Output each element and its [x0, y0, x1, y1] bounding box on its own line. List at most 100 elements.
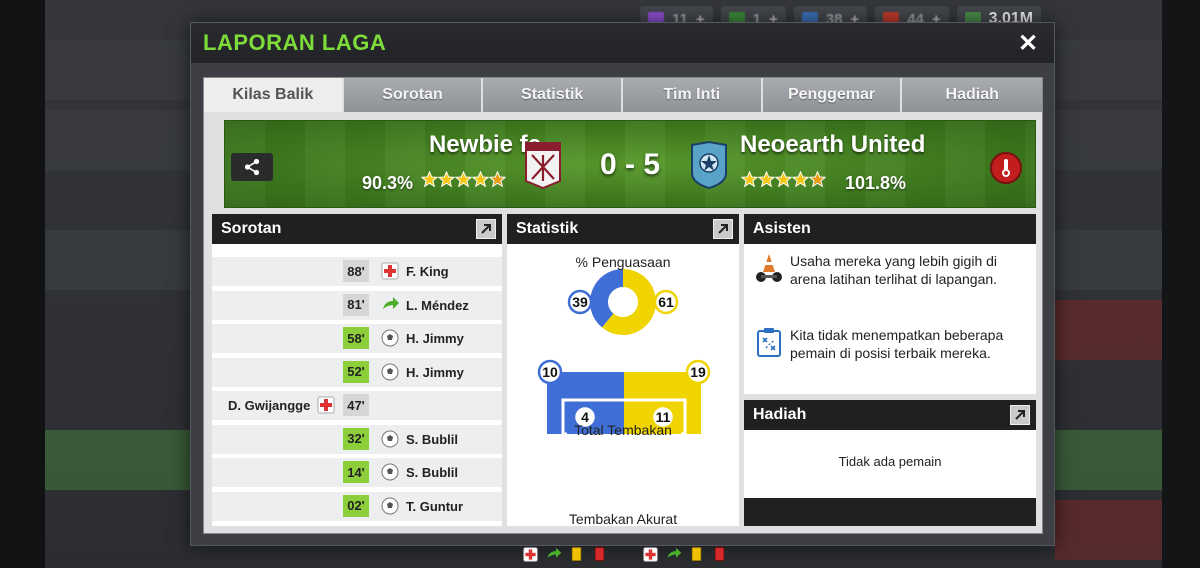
highlight-event-row[interactable]: 81' L. Méndez [212, 288, 502, 321]
assistant-tip: Kita tidak menempatkan beberapa pemain d… [754, 326, 1030, 362]
goal-icon [380, 328, 402, 348]
away-team-name: Neoearth United [740, 131, 926, 158]
event-minute: 88' [343, 260, 369, 282]
share-icon [244, 158, 260, 176]
event-player-name: T. Guntur [406, 498, 464, 514]
asisten-header: Asisten [744, 214, 1036, 244]
star-icon [489, 171, 506, 188]
yellow-card-icon [685, 545, 708, 563]
event-minute: 14' [343, 461, 369, 483]
match-score: 0 - 5 [599, 148, 661, 181]
total-shots-home-value: 10 [542, 364, 558, 380]
star-icon [421, 171, 438, 188]
substitution-icon [380, 295, 402, 315]
background-row [1055, 300, 1162, 360]
hadiah-panel: Hadiah Tidak ada pemain [744, 400, 1036, 526]
highlight-event-row[interactable]: 52' H. Jimmy [212, 355, 502, 388]
injury-icon [380, 261, 402, 281]
goal-icon [380, 462, 402, 482]
statistik-expand-button[interactable] [713, 219, 733, 239]
tactics-board-icon [757, 328, 781, 357]
star-icon [758, 171, 775, 188]
score-banner: Newbie fc 90.3% 0 - 5 Neoearth United 10… [224, 120, 1036, 208]
event-player-name: H. Jimmy [406, 331, 464, 346]
possession-away-value: 61 [658, 294, 674, 310]
hadiah-expand-button[interactable] [1010, 405, 1030, 425]
background-right-bar [1162, 0, 1200, 568]
tab-penggemar[interactable]: Penggemar [762, 78, 903, 112]
goal-icon [380, 362, 402, 382]
tab-hadiah[interactable]: Hadiah [902, 78, 1043, 112]
star-icon [438, 171, 455, 188]
sorotan-header: Sorotan [212, 214, 502, 244]
expand-arrow-icon [1015, 410, 1025, 420]
thermometer-button[interactable] [990, 152, 1022, 184]
accurate-shots-label: Tembakan Akurat [568, 511, 678, 527]
statistics-graphic: 39 6110 194 11 [537, 269, 711, 436]
highlight-event-row[interactable]: 58' H. Jimmy [212, 321, 502, 355]
assistant-tip-text: Kita tidak menempatkan beberapa pemain d… [790, 327, 1004, 361]
event-player-name: S. Bublil [406, 465, 458, 480]
event-minute: 47' [343, 394, 369, 416]
tab-bar: Kilas Balik Sorotan Statistik Tim Inti P… [204, 78, 1043, 112]
hadiah-header: Hadiah [744, 400, 1036, 430]
sorotan-expand-button[interactable] [476, 219, 496, 239]
tab-tim-inti[interactable]: Tim Inti [623, 78, 763, 112]
highlight-event-row[interactable]: 02' T. Guntur [212, 489, 502, 522]
event-player-name: D. Gwijangge [228, 398, 311, 413]
red-card-icon [588, 545, 611, 563]
star-icon [792, 171, 809, 188]
modal-title: LAPORAN LAGA [203, 30, 387, 55]
tab-sorotan[interactable]: Sorotan [343, 78, 484, 112]
total-shots-label: Total Tembakan [574, 422, 672, 438]
star-icon [775, 171, 792, 188]
home-team-crest-icon [525, 142, 561, 189]
home-counts-icons [519, 545, 611, 563]
substitution-icon [542, 545, 565, 563]
event-minute: 02' [343, 494, 369, 517]
yellow-card-icon [565, 545, 588, 563]
event-player-name: S. Bublil [406, 431, 458, 447]
tab-statistik[interactable]: Statistik [483, 78, 624, 112]
asisten-title: Asisten [753, 220, 811, 237]
injury-icon [519, 545, 542, 563]
star-icon [809, 171, 826, 188]
star-icon [741, 171, 758, 188]
possession-home-value: 39 [572, 294, 588, 310]
home-stars [421, 171, 506, 188]
red-card-icon [708, 545, 731, 563]
highlight-event-row[interactable]: 32' S. Bublil [212, 422, 502, 455]
tab-kilas-balik[interactable]: Kilas Balik [204, 78, 344, 112]
highlight-event-row[interactable]: 88' F. King [212, 254, 502, 288]
thermometer-icon [1002, 159, 1010, 177]
star-icon [455, 171, 472, 188]
event-minute: 52' [343, 360, 369, 383]
goal-icon [380, 496, 402, 516]
asisten-panel: Asisten Usaha mereka yang lebih gigih di… [744, 214, 1036, 394]
training-cones-icon [756, 254, 782, 282]
substitution-icon [662, 545, 685, 563]
share-button[interactable] [231, 153, 273, 181]
close-button[interactable]: ✕ [1014, 29, 1042, 58]
report-panel: Kilas Balik Sorotan Statistik Tim Inti P… [203, 77, 1043, 562]
highlight-event-row[interactable]: 47' D. Gwijangge [212, 388, 502, 422]
home-team-rating: 90.3% [362, 173, 414, 193]
background-left-bar [0, 0, 45, 568]
sorotan-panel: Sorotan 88' F. King 81' L. Méndez 58' H. Jimm… [212, 214, 502, 526]
expand-arrow-icon [718, 224, 728, 234]
away-stars [741, 171, 826, 188]
background-row [1055, 500, 1162, 560]
possession-label: % Penguasaan [575, 254, 671, 270]
event-minute: 81' [343, 293, 369, 316]
statistik-title: Statistik [516, 220, 579, 237]
event-player-name: H. Jimmy [406, 364, 464, 380]
modal-header: LAPORAN LAGA ✕ [191, 23, 1054, 63]
sorotan-title: Sorotan [221, 220, 282, 237]
statistik-header: Statistik [507, 214, 739, 244]
event-player-name: L. Méndez [406, 297, 469, 313]
injury-icon [639, 545, 662, 563]
total-shots-away-value: 19 [690, 364, 706, 380]
assistant-tip-text: Usaha mereka yang lebih gigih di arena l… [790, 253, 998, 287]
event-player-name: F. King [406, 264, 449, 279]
highlight-event-row[interactable]: 14' S. Bublil [212, 455, 502, 489]
